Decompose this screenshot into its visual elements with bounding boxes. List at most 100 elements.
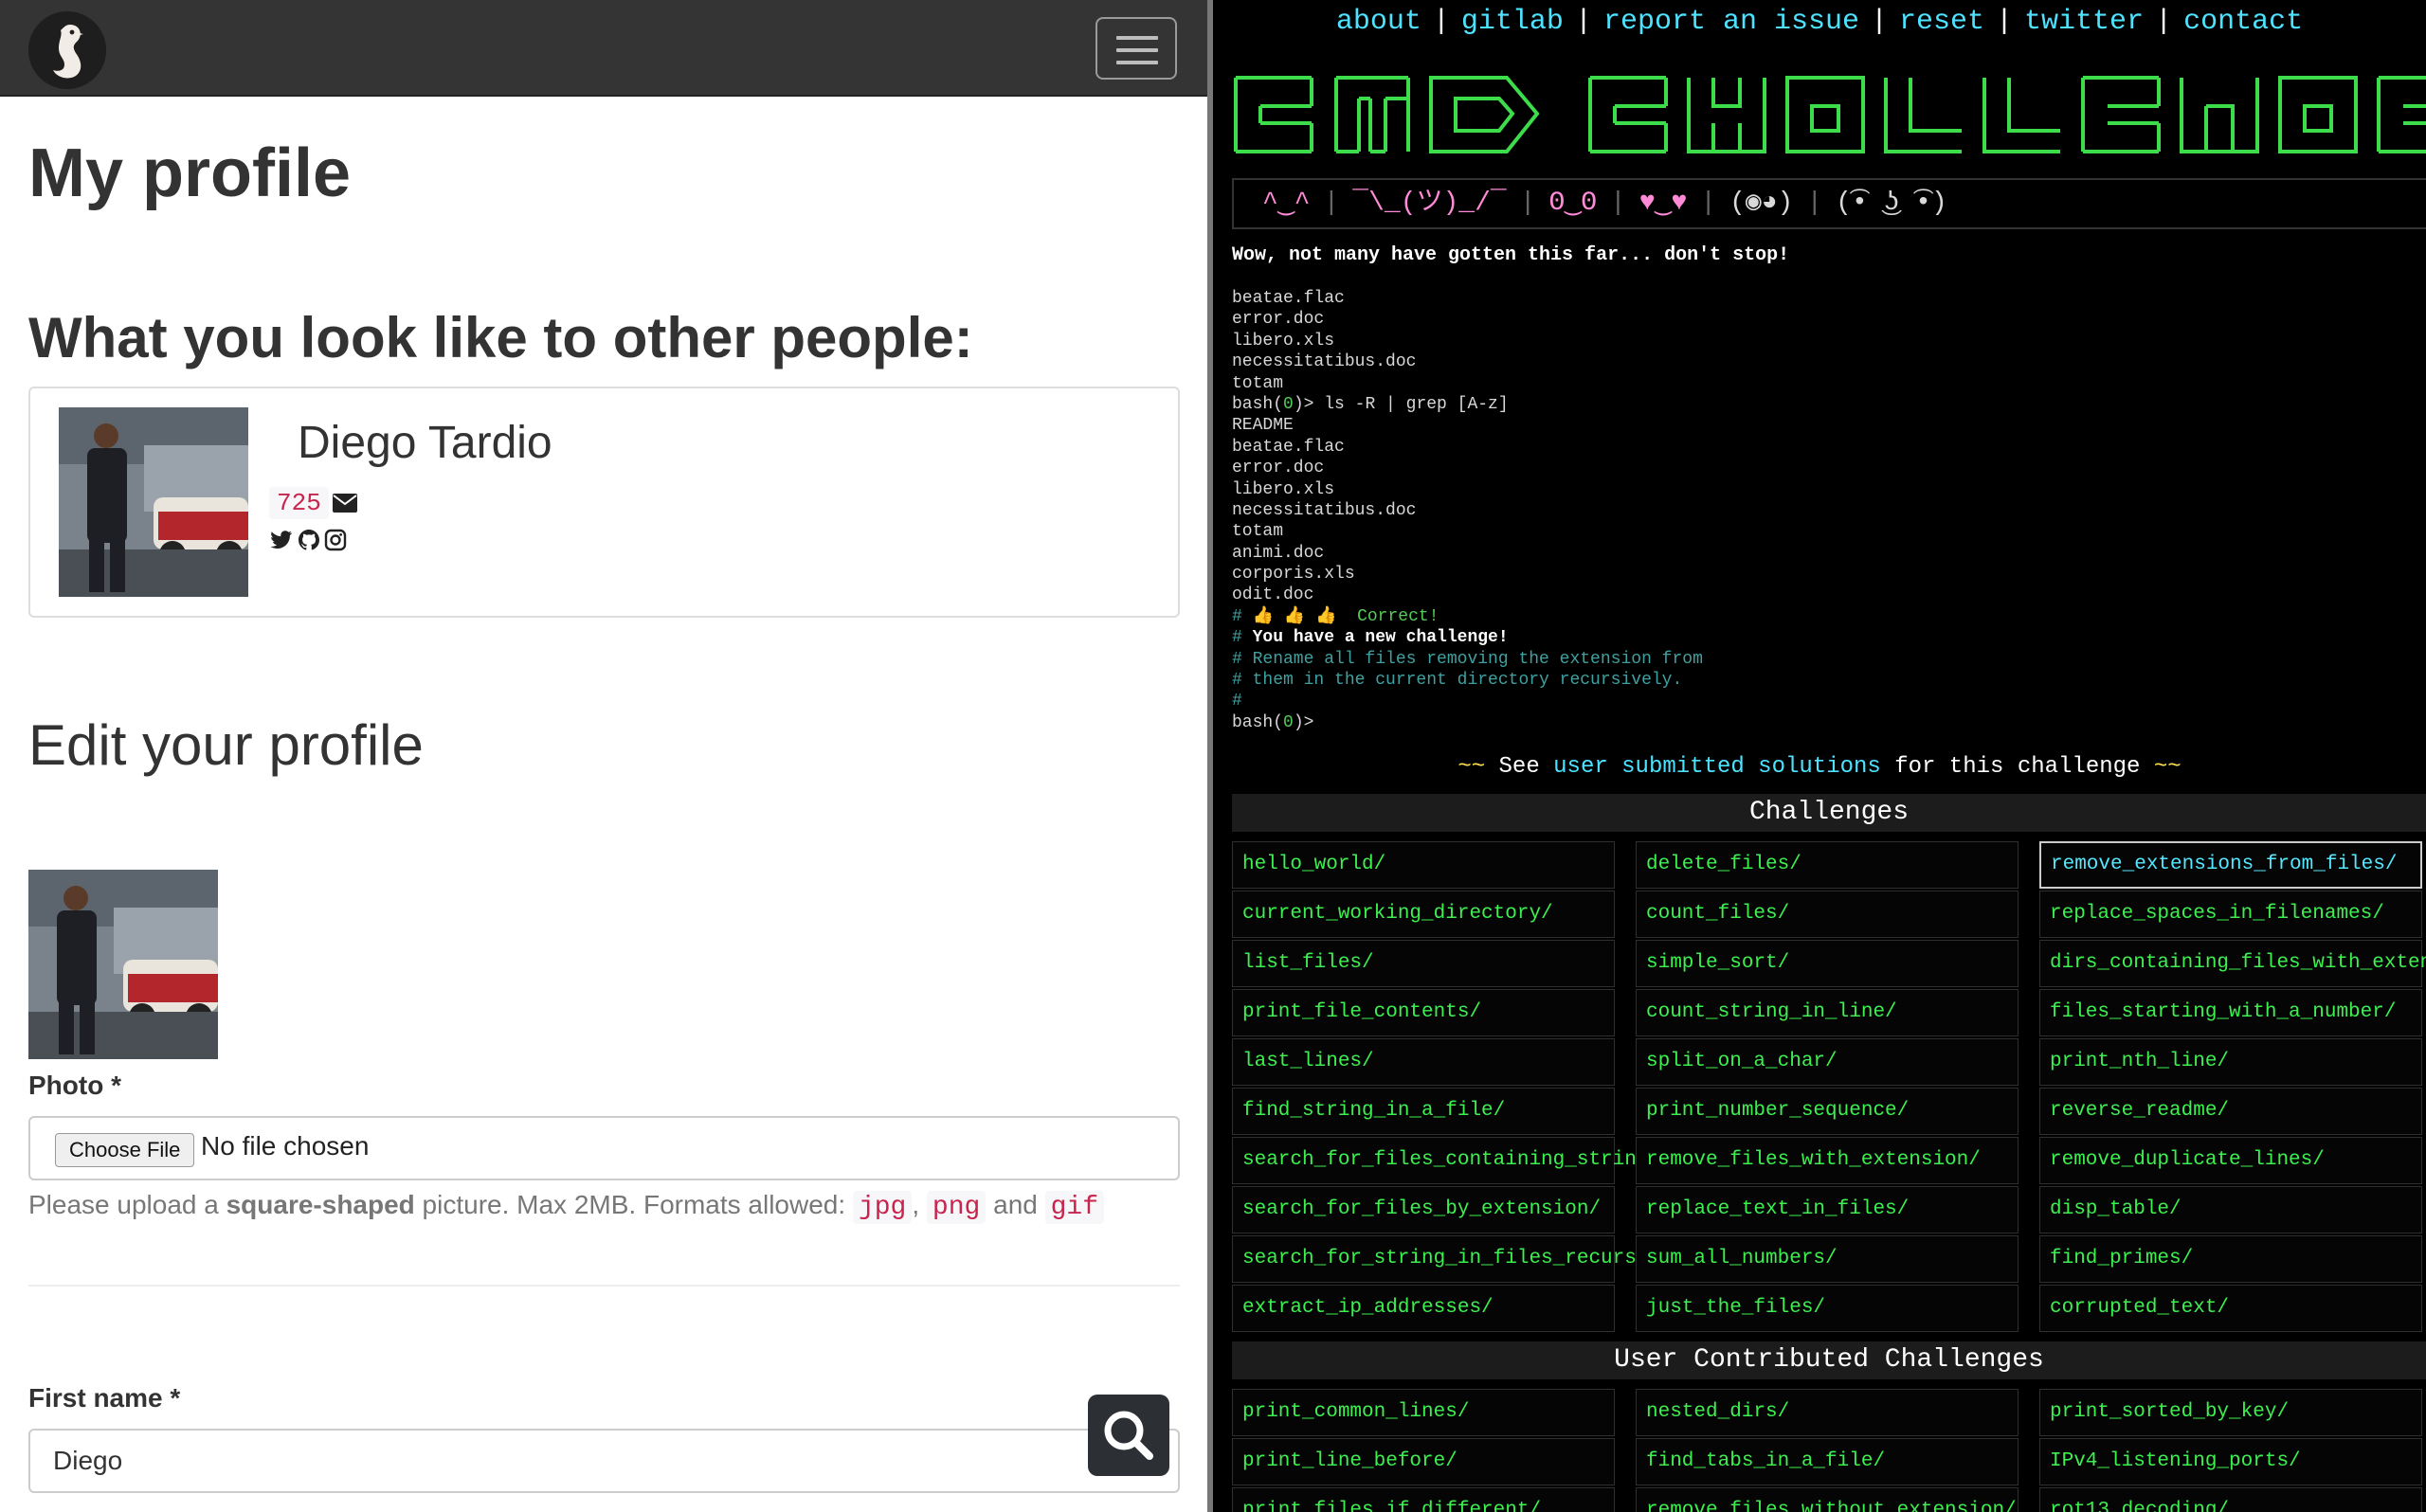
terminal-line: # You have a new challenge! — [1232, 628, 1509, 648]
emoticon: ¯\_(ツ)_/¯ — [1352, 189, 1507, 218]
instagram-icon[interactable] — [324, 529, 347, 556]
terminal-line: error.doc — [1232, 459, 1325, 478]
terminal-line: necessitatibus.doc — [1232, 352, 1417, 372]
challenge-link[interactable]: print_number_sequence/ — [1636, 1088, 2019, 1135]
twitter-icon[interactable] — [269, 529, 294, 556]
site-logo-icon[interactable] — [28, 11, 106, 89]
challenge-link[interactable]: find_primes/ — [2039, 1235, 2422, 1283]
challenge-link[interactable]: replace_spaces_in_filenames/ — [2039, 891, 2422, 938]
challenge-link[interactable]: count_files/ — [1636, 891, 2019, 938]
challenge-link[interactable]: extract_ip_addresses/ — [1232, 1285, 1615, 1332]
nav-link-report-an-issue[interactable]: report an issue — [1603, 6, 1859, 38]
help-bold: square-shaped — [226, 1190, 415, 1219]
terminal-line: # Rename all files removing the extensio… — [1232, 649, 1703, 669]
challenges-heading: Challenges — [1232, 794, 2426, 832]
challenge-link[interactable]: hello_world/ — [1232, 841, 1615, 889]
encouragement-text: Wow, not many have gotten this far... do… — [1232, 244, 1790, 266]
hamburger-bar — [1116, 48, 1158, 52]
nav-link-about[interactable]: about — [1336, 6, 1421, 38]
challenge-link[interactable]: count_string_in_line/ — [1636, 989, 2019, 1036]
challenge-link[interactable]: search_for_string_in_files_recursive/ — [1232, 1235, 1684, 1283]
photo-label: Photo * — [28, 1071, 121, 1100]
wave-deco: ~~ — [2153, 754, 2182, 780]
challenge-link[interactable]: last_lines/ — [1232, 1038, 1615, 1086]
challenge-link[interactable]: list_files/ — [1232, 940, 1615, 987]
edit-profile-heading: Edit your profile — [28, 713, 424, 777]
terminal-line: animi.doc — [1232, 543, 1325, 563]
emoticon: ♥‿♥ — [1638, 189, 1688, 218]
first-name-input[interactable] — [28, 1429, 1180, 1493]
cmd-challenge-banner-logo — [1232, 61, 2426, 161]
challenge-link[interactable]: corrupted_text/ — [2039, 1285, 2422, 1332]
terminal-line: # — [1232, 692, 1242, 711]
photo-file-input[interactable]: Choose File No file chosen — [28, 1116, 1180, 1180]
challenge-link[interactable]: find_tabs_in_a_file/ — [1636, 1438, 2019, 1485]
challenge-link[interactable]: simple_sort/ — [1636, 940, 2019, 987]
top-nav: about | gitlab | report an issue | reset | twitt… — [1213, 6, 2426, 38]
challenge-link[interactable]: just_the_files/ — [1636, 1285, 2019, 1332]
hamburger-bar — [1116, 61, 1158, 64]
nav-link-twitter[interactable]: twitter — [2024, 6, 2144, 38]
challenge-link[interactable]: current_working_directory/ — [1232, 891, 1615, 938]
challenge-link[interactable]: print_files_if_different/ — [1232, 1487, 1615, 1512]
challenge-link[interactable]: reverse_readme/ — [2039, 1088, 2422, 1135]
photo-help-text: Please upload a square-shaped picture. M… — [28, 1190, 1105, 1224]
see-text: for this challenge — [1880, 754, 2141, 780]
emoticon-separator: | — [1700, 189, 1717, 218]
challenge-link[interactable]: nested_dirs/ — [1636, 1389, 2019, 1436]
challenge-link[interactable]: delete_files/ — [1636, 841, 2019, 889]
file-status: No file chosen — [201, 1131, 370, 1161]
search-button[interactable] — [1088, 1395, 1169, 1476]
nav-separator: | — [1996, 6, 2014, 38]
terminal-line: README — [1232, 416, 1294, 436]
menu-toggle-button[interactable] — [1095, 17, 1177, 80]
divider — [28, 1285, 1180, 1287]
nav-link-contact[interactable]: contact — [2183, 6, 2303, 38]
hamburger-bar — [1116, 36, 1158, 40]
challenge-link[interactable]: print_nth_line/ — [2039, 1038, 2422, 1086]
challenge-link[interactable]: print_line_before/ — [1232, 1438, 1615, 1485]
challenge-link[interactable]: disp_table/ — [2039, 1186, 2422, 1233]
terminal-output[interactable]: beatae.flac error.doc libero.xls necessitat… — [1232, 288, 2417, 739]
challenge-link[interactable]: split_on_a_char/ — [1636, 1038, 2019, 1086]
terminal-line: libero.xls — [1232, 331, 1335, 351]
profile-photo — [59, 407, 248, 597]
choose-file-button[interactable]: Choose File — [55, 1133, 195, 1167]
challenge-link[interactable]: replace_text_in_files/ — [1636, 1186, 2019, 1233]
help-text: picture. Max 2MB. Formats allowed: — [414, 1190, 853, 1219]
challenge-link[interactable]: remove_files_without_extension/ — [1636, 1487, 2019, 1512]
challenge-link[interactable]: files_starting_with_a_number/ — [2039, 989, 2422, 1036]
nav-link-gitlab[interactable]: gitlab — [1461, 6, 1564, 38]
navbar — [0, 0, 1207, 97]
challenge-link[interactable]: search_for_files_by_extension/ — [1232, 1186, 1615, 1233]
challenge-link[interactable]: remove_extensions_from_files/ — [2039, 841, 2422, 889]
challenge-link[interactable]: search_for_files_containing_string/ — [1232, 1137, 1660, 1184]
first-name-label: First name * — [28, 1383, 181, 1413]
github-icon[interactable] — [298, 529, 320, 556]
challenge-link[interactable]: sum_all_numbers/ — [1636, 1235, 2019, 1283]
public-profile-card: Diego Tardio 725 — [28, 387, 1180, 618]
profile-pane: My profile What you look like to other p… — [0, 0, 1207, 1512]
emoticon-separator: | — [1806, 189, 1823, 218]
email-icon[interactable] — [332, 493, 358, 518]
challenge-link[interactable]: remove_duplicate_lines/ — [2039, 1137, 2422, 1184]
challenge-link[interactable]: IPv4_listening_ports/ — [2039, 1438, 2422, 1485]
emoticon-separator: | — [1610, 189, 1626, 218]
terminal-line: bash(0)> ls -R | grep [A-z] — [1232, 394, 1509, 414]
challenge-link[interactable]: print_file_contents/ — [1232, 989, 1615, 1036]
challenge-link[interactable]: remove_files_with_extension/ — [1636, 1137, 2019, 1184]
help-text: Please upload a — [28, 1190, 226, 1219]
challenge-link[interactable]: print_sorted_by_key/ — [2039, 1389, 2422, 1436]
score-badge: 725 — [269, 487, 329, 519]
cmd-challenge-pane: about | gitlab | report an issue | reset | twitt… — [1213, 0, 2426, 1512]
nav-link-reset[interactable]: reset — [1899, 6, 1984, 38]
terminal-line: totam — [1232, 373, 1284, 393]
challenge-link[interactable]: rot13_decoding/ — [2039, 1487, 2422, 1512]
user-challenges-heading: User Contributed Challenges — [1232, 1341, 2426, 1379]
user-solutions-link[interactable]: user submitted solutions — [1553, 754, 1881, 780]
challenge-link[interactable]: find_string_in_a_file/ — [1232, 1088, 1615, 1135]
challenge-link[interactable]: print_common_lines/ — [1232, 1389, 1615, 1436]
emoticon-separator: | — [1519, 189, 1536, 218]
challenge-link[interactable]: dirs_containing_files_with_extension/ — [2039, 940, 2426, 987]
nav-separator: | — [1574, 6, 1592, 38]
